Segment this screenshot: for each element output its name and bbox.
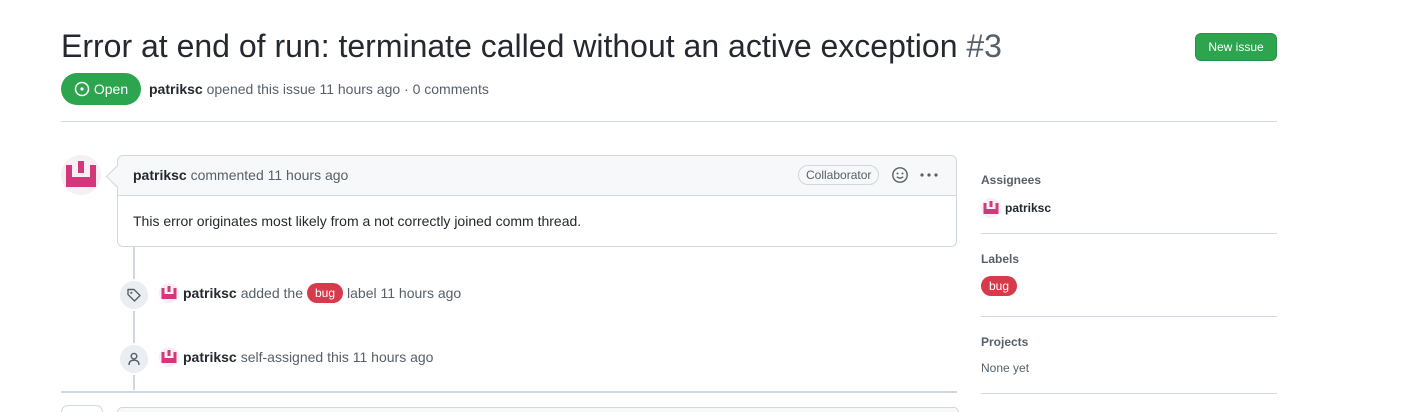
- bug-label-pill[interactable]: bug: [307, 283, 344, 303]
- identicon-avatar-icon: [159, 347, 179, 367]
- sidebar-divider: [981, 316, 1277, 317]
- projects-heading[interactable]: Projects: [981, 335, 1277, 349]
- comment-action-text: commented 11 hours ago: [190, 167, 349, 183]
- assignees-heading[interactable]: Assignees: [981, 173, 1277, 187]
- issue-state-badge: Open: [61, 73, 141, 105]
- sidebar-bug-label[interactable]: bug: [981, 276, 1018, 296]
- event-text-after: label 11 hours ago: [347, 285, 462, 301]
- assignee-avatar[interactable]: [981, 198, 1001, 218]
- kebab-menu-icon[interactable]: [919, 168, 939, 182]
- comment-meta: patriksc commented 11 hours ago: [133, 167, 348, 183]
- identicon-avatar-icon: [981, 198, 1001, 218]
- sidebar-label-list: bug: [981, 276, 1018, 296]
- issue-state-label: Open: [93, 81, 129, 97]
- person-icon: [128, 352, 140, 366]
- comment-author-avatar[interactable]: [61, 155, 101, 195]
- comment-body: This error originates most likely from a…: [133, 213, 582, 229]
- timeline-assign-event-badge: [118, 343, 150, 375]
- issue-opened-icon: [74, 81, 90, 97]
- header-divider: [61, 121, 1277, 122]
- sidebar-divider: [981, 233, 1277, 234]
- emoji-reaction-icon[interactable]: [891, 166, 909, 184]
- issue-opened-text: opened this issue 11 hours ago · 0 comme…: [206, 81, 489, 97]
- identicon-avatar-icon: [159, 283, 179, 303]
- issue-title: Error at end of run: terminate called wi…: [61, 24, 1002, 68]
- event-text-before: added the: [240, 285, 303, 301]
- timeline-event-assigned: patriksc self-assigned this 11 hours ago: [159, 347, 433, 367]
- collaborator-badge: Collaborator: [798, 165, 880, 185]
- issue-meta: patriksc opened this issue 11 hours ago …: [149, 80, 489, 98]
- timeline-label-event-badge: [118, 279, 150, 311]
- issue-number: #3: [966, 28, 1002, 64]
- issue-title-text: Error at end of run: terminate called wi…: [61, 28, 958, 64]
- timeline-end-divider: [61, 391, 957, 393]
- event-actor-link[interactable]: patriksc: [183, 349, 237, 365]
- labels-heading[interactable]: Labels: [981, 252, 1277, 266]
- comment-header: patriksc commented 11 hours ago Collabor…: [118, 156, 956, 196]
- event-actor-avatar[interactable]: [159, 283, 179, 303]
- timeline-event-labeled: patriksc added the bug label 11 hours ag…: [159, 283, 461, 303]
- issue-author-link[interactable]: patriksc: [149, 81, 203, 97]
- new-issue-button[interactable]: New issue: [1195, 33, 1277, 61]
- assignee-item: patriksc: [981, 198, 1277, 218]
- event-actor-avatar[interactable]: [159, 347, 179, 367]
- sidebar-divider: [981, 393, 1277, 394]
- event-actor-link[interactable]: patriksc: [183, 285, 237, 301]
- projects-value: None yet: [981, 361, 1030, 375]
- next-comment-partial: [117, 407, 959, 412]
- event-text: self-assigned this 11 hours ago: [240, 349, 434, 365]
- comment-box: patriksc commented 11 hours ago Collabor…: [105, 155, 957, 247]
- comment-author-link[interactable]: patriksc: [133, 167, 187, 183]
- tag-icon: [127, 288, 141, 302]
- assignee-name[interactable]: patriksc: [1005, 201, 1051, 215]
- identicon-avatar-icon: [61, 155, 101, 195]
